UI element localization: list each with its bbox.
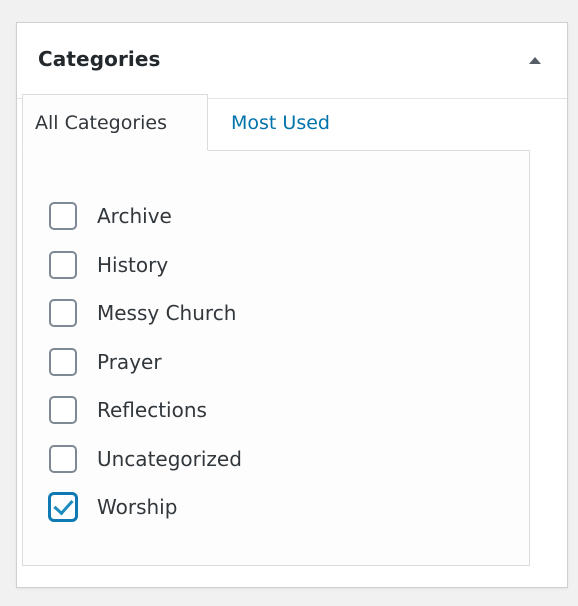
category-label: Prayer [97,349,162,374]
category-tabs: All Categories Most Used [22,94,530,152]
panel-header[interactable]: Categories [17,23,567,99]
checkmark-icon [53,494,74,516]
category-label: Archive [97,204,172,229]
tab-all-categories[interactable]: All Categories [22,94,208,151]
tab-most-used[interactable]: Most Used [218,94,343,150]
collapse-triangle-icon[interactable] [529,57,541,64]
category-label: Messy Church [97,301,237,326]
category-item-uncategorized[interactable]: Uncategorized [49,435,242,484]
category-label: Reflections [97,398,207,423]
panel-title: Categories [38,47,161,71]
category-label: Worship [97,495,178,520]
category-checklist: Archive History Messy Church Prayer Refl… [49,192,242,532]
category-checkbox[interactable] [49,250,77,279]
category-checkbox[interactable] [49,299,77,328]
category-checkbox[interactable] [49,444,77,473]
category-label: Uncategorized [97,446,242,471]
category-checkbox[interactable] [49,493,77,522]
category-item-worship[interactable]: Worship [49,483,242,532]
category-item-reflections[interactable]: Reflections [49,386,242,435]
category-item-messy-church[interactable]: Messy Church [49,289,242,338]
category-checkbox[interactable] [49,396,77,425]
category-checkbox[interactable] [49,347,77,376]
category-item-archive[interactable]: Archive [49,192,242,241]
category-item-history[interactable]: History [49,241,242,290]
category-checkbox[interactable] [49,202,77,231]
category-item-prayer[interactable]: Prayer [49,338,242,387]
category-checklist-panel: Archive History Messy Church Prayer Refl… [22,150,530,566]
category-label: History [97,252,169,277]
